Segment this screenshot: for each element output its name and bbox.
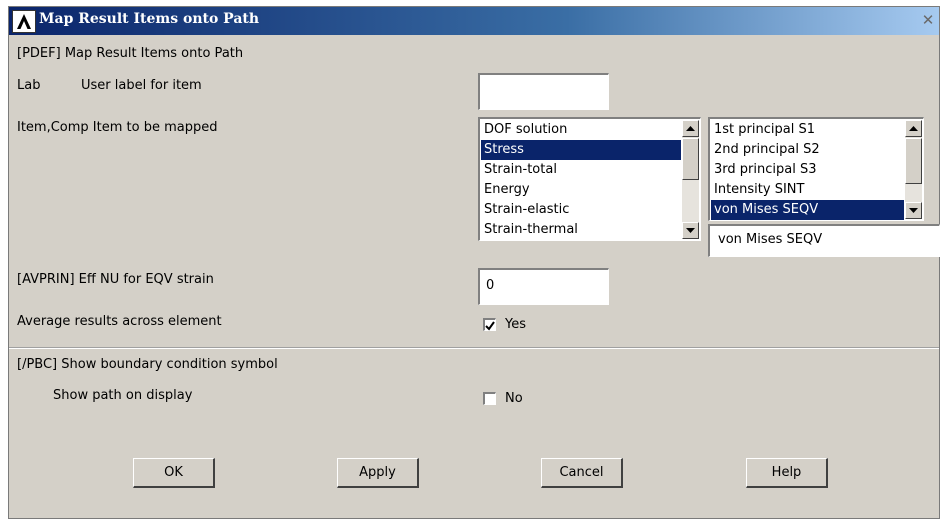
component-listbox[interactable]: 1st principal S1 2nd principal S2 3rd prin… [708, 117, 924, 221]
checkmark-icon [485, 321, 495, 331]
list-item[interactable]: von Mises SEQV [711, 200, 904, 220]
selected-component-field[interactable]: von Mises SEQV [708, 224, 940, 257]
window-title: Map Result Items onto Path [39, 11, 260, 27]
apply-button[interactable]: Apply [337, 458, 419, 488]
arrow-down-icon[interactable] [905, 202, 922, 219]
avprin-label: [AVPRIN] Eff NU for EQV strain [17, 272, 214, 287]
list-item[interactable]: DOF solution [481, 120, 681, 140]
lab-key: Lab [17, 78, 41, 93]
list-item[interactable]: 2nd principal S2 [711, 140, 904, 160]
item-list: DOF solution Stress Strain-total Energy Stra… [481, 120, 681, 240]
show-path-option-text: No [505, 391, 523, 406]
title-bar[interactable]: Map Result Items onto Path ✕ [9, 7, 939, 35]
item-scroll-thumb[interactable] [682, 138, 699, 180]
divider [9, 347, 939, 349]
item-comp-label: Item,Comp Item to be mapped [17, 120, 218, 135]
list-item[interactable]: Energy [481, 180, 681, 200]
ok-button[interactable]: OK [133, 458, 215, 488]
component-list: 1st principal S1 2nd principal S2 3rd prin… [711, 120, 904, 220]
list-item[interactable]: Stress [481, 140, 681, 160]
pdef-heading: [PDEF] Map Result Items onto Path [17, 46, 244, 61]
pbc-heading: [/PBC] Show boundary condition symbol [17, 357, 278, 372]
close-icon[interactable]: ✕ [919, 12, 937, 28]
arrow-up-icon[interactable] [682, 120, 699, 137]
average-option-text: Yes [505, 317, 526, 332]
list-item[interactable]: Strain-total [481, 160, 681, 180]
show-path-label: Show path on display [53, 388, 193, 403]
lab-label: User label for item [81, 78, 202, 93]
ansys-logo-icon [12, 10, 36, 33]
eff-nu-input[interactable]: 0 [478, 268, 609, 305]
list-item[interactable]: Strain-elastic [481, 200, 681, 220]
component-scroll-thumb[interactable] [905, 138, 922, 184]
list-item[interactable]: Strain-thermal [481, 220, 681, 240]
cancel-button[interactable]: Cancel [541, 458, 623, 488]
average-label: Average results across element [17, 314, 222, 329]
arrow-down-icon[interactable] [682, 222, 699, 239]
map-result-dialog: Map Result Items onto Path ✕ [PDEF] Map … [8, 6, 940, 519]
list-item[interactable]: Intensity SINT [711, 180, 904, 200]
user-label-input[interactable] [478, 73, 609, 110]
help-button[interactable]: Help [746, 458, 828, 488]
item-listbox[interactable]: DOF solution Stress Strain-total Energy Stra… [478, 117, 701, 241]
average-checkbox[interactable] [483, 318, 496, 331]
item-scrollbar[interactable] [682, 120, 699, 239]
list-item[interactable]: 3rd principal S3 [711, 160, 904, 180]
show-path-checkbox[interactable] [483, 392, 496, 405]
list-item[interactable]: 1st principal S1 [711, 120, 904, 140]
component-scrollbar[interactable] [905, 120, 922, 219]
arrow-up-icon[interactable] [905, 120, 922, 137]
